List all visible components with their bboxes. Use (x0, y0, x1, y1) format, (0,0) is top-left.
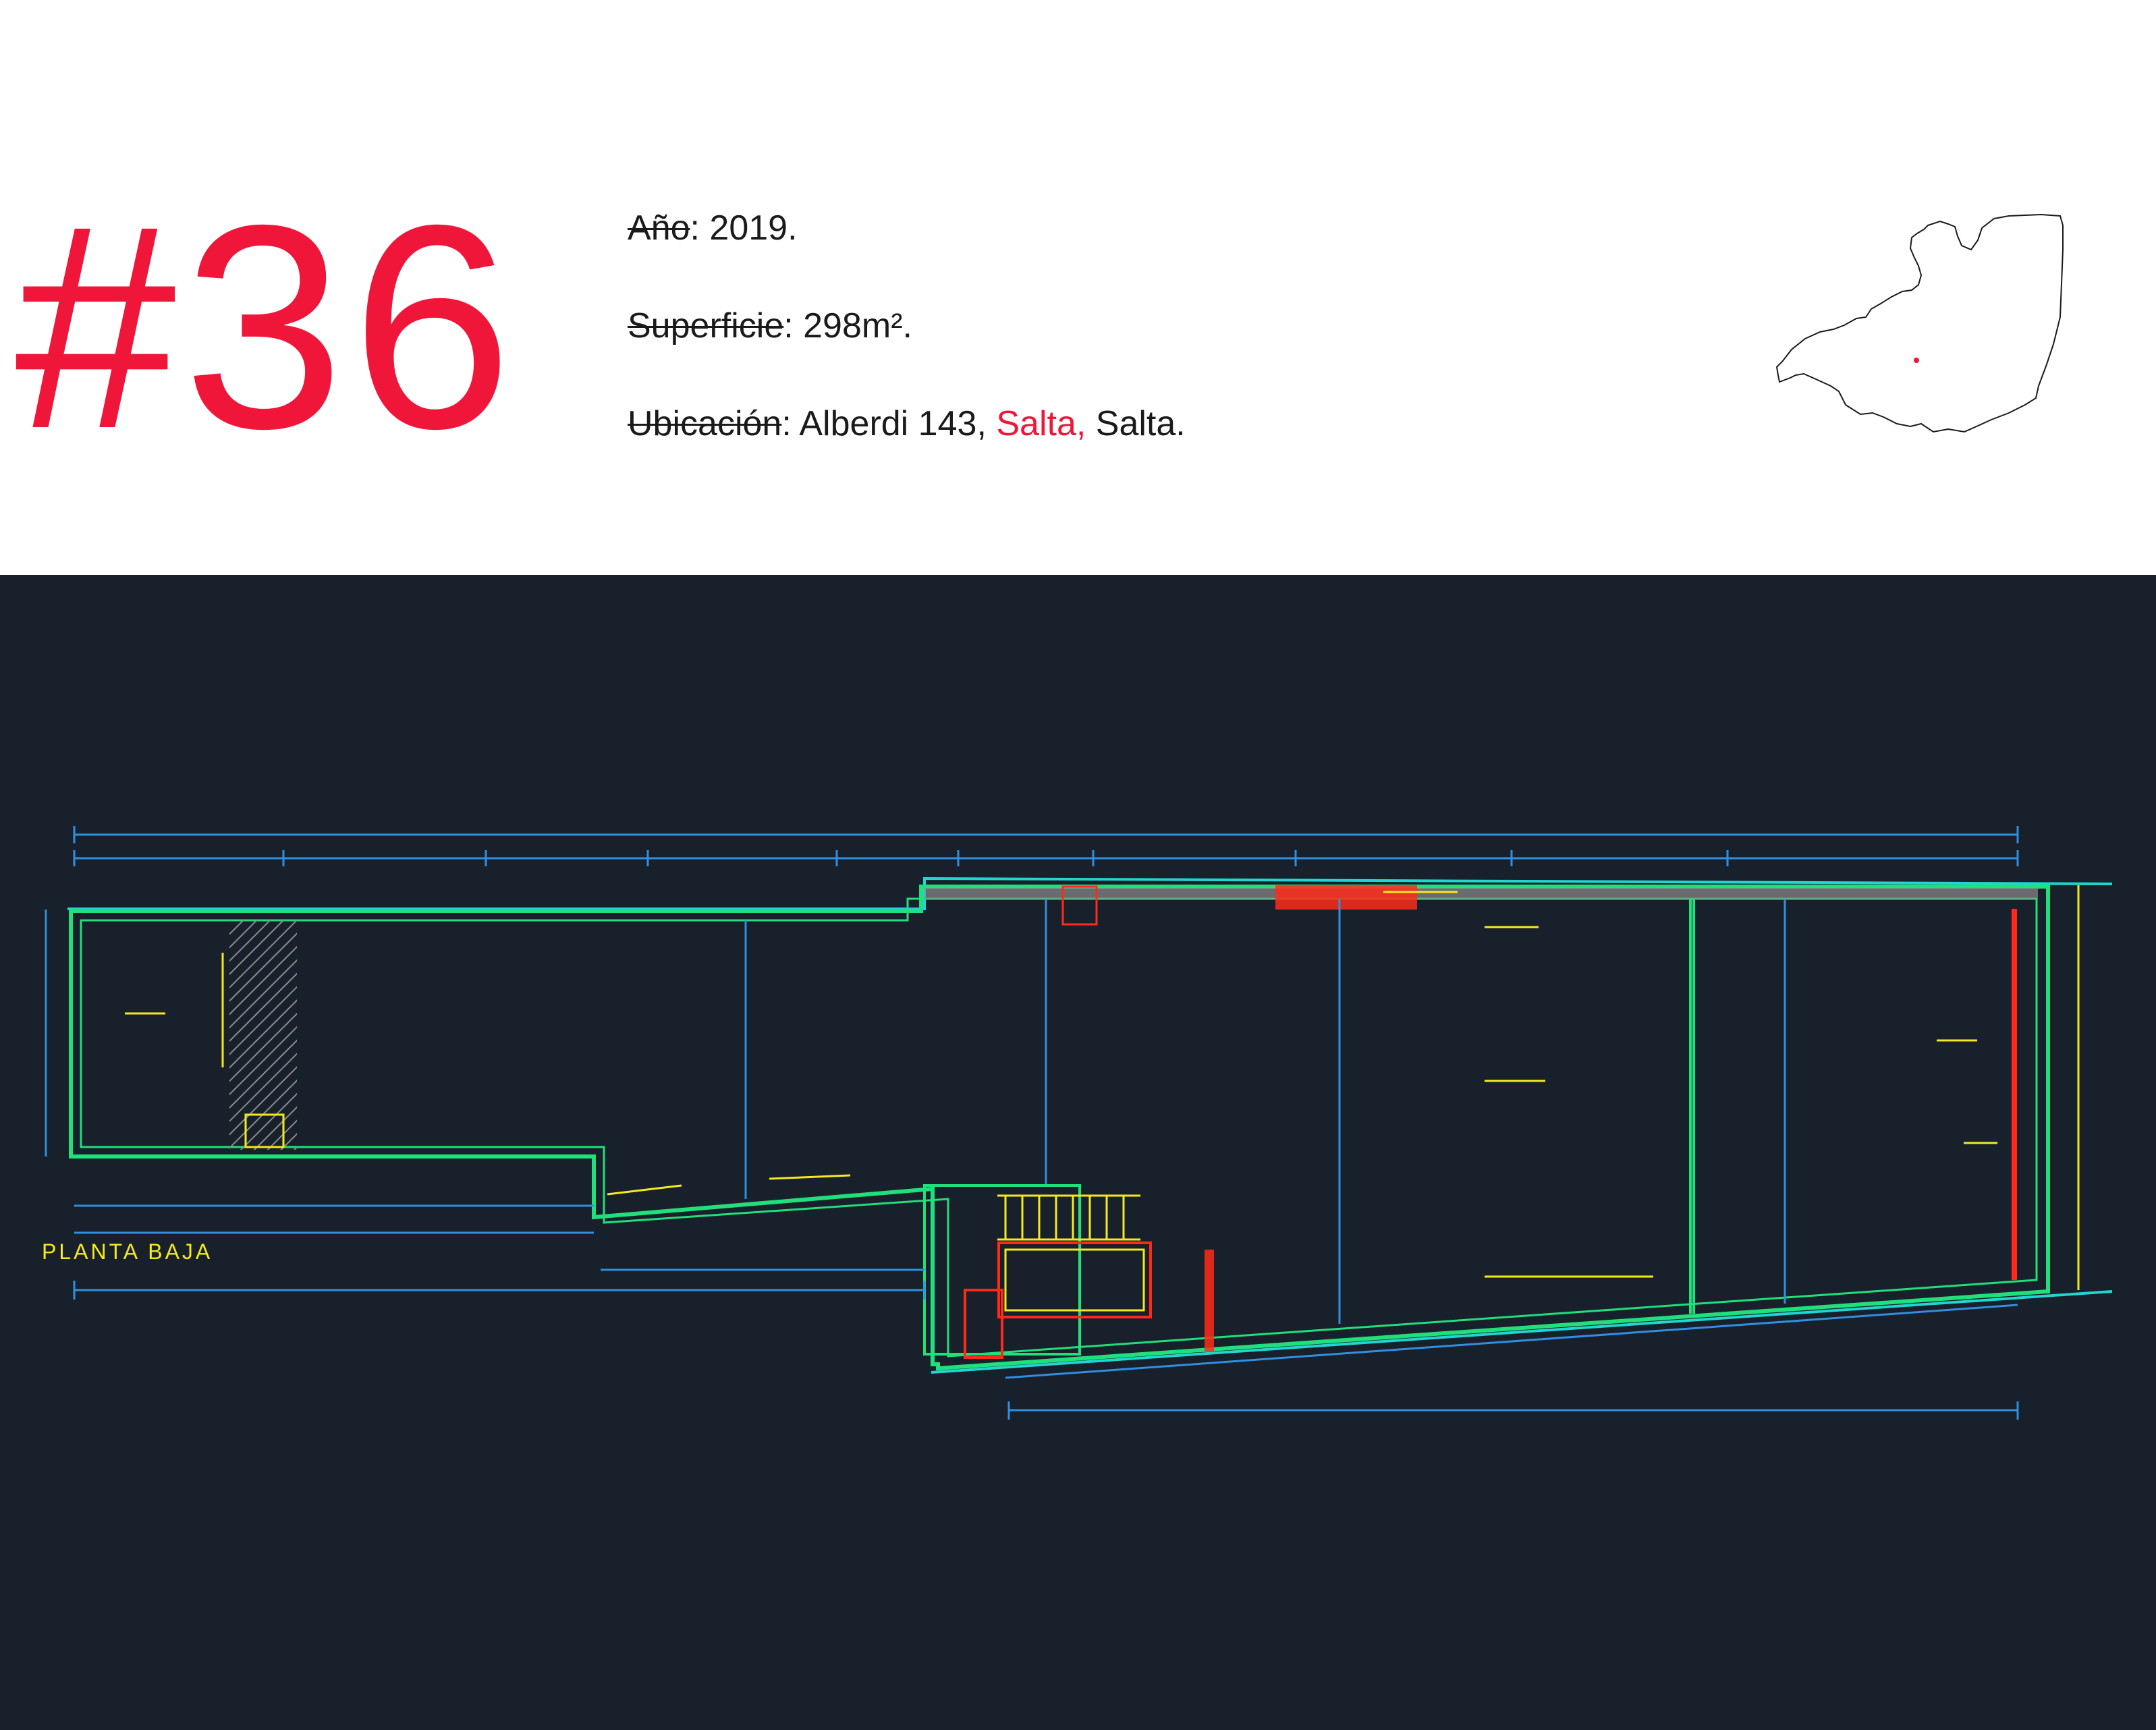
outer-boundary-bottom (931, 1290, 2113, 1374)
floor-plan-panel: PLANTA BAJA (0, 575, 2156, 1730)
salta-boundary (1775, 213, 2064, 433)
year-line: Año: 2019. (628, 208, 798, 248)
interior-dimension-lines (45, 899, 1786, 1324)
province-map (1771, 209, 2068, 442)
year-label: Año (628, 208, 690, 248)
location-province: Salta. (1086, 404, 1186, 443)
exterior-walls (69, 885, 2050, 1371)
floor-plan-drawing (45, 826, 2113, 1420)
surface-line: Superficie: 298m². (628, 306, 912, 346)
interior-partitions (1689, 899, 1695, 1314)
header: #36 Año: 2019. Superficie: 298m². Ubicac… (0, 0, 2156, 575)
salta-outline-map (1775, 213, 2064, 433)
location-address: : Alberdi 143, (781, 404, 997, 443)
top-wall-band (924, 888, 2038, 899)
dimension-bottom-right (1005, 1304, 2019, 1420)
stair-core (923, 1184, 1214, 1359)
interior-wall-line (80, 897, 2038, 1358)
year-value: : 2019. (690, 208, 798, 248)
location-label: Ubicación (628, 404, 782, 443)
dimension-top-overall (73, 826, 2019, 843)
project-number: #36 (15, 165, 520, 489)
annotation-marks (125, 891, 1997, 1278)
surface-label: Superficie (628, 306, 784, 345)
dimension-top-segments (73, 850, 2019, 866)
surface-value: : 298m². (783, 306, 912, 345)
location-city: Salta, (996, 404, 1086, 443)
location-line: Ubicación: Alberdi 143, Salta, Salta. (628, 403, 1186, 444)
location-marker-icon (1914, 358, 1919, 363)
plan-title: PLANTA BAJA (42, 1239, 213, 1264)
red-strip-top (1275, 885, 1417, 910)
